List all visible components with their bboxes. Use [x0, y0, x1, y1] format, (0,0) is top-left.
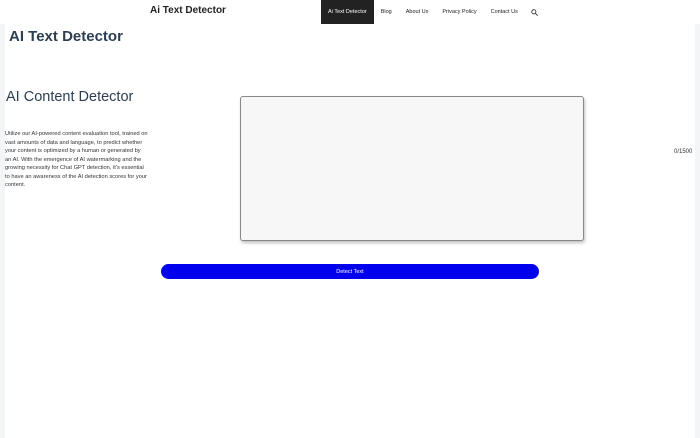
- nav-item-blog[interactable]: Blog: [374, 0, 399, 24]
- text-input[interactable]: [240, 96, 584, 241]
- tool-description: Utilize our AI-powered content evaluatio…: [5, 131, 148, 188]
- search-button[interactable]: [525, 0, 545, 24]
- nav-item-about-us[interactable]: About Us: [399, 0, 436, 24]
- main-nav: Ai Text Detector Blog About Us Privacy P…: [321, 0, 545, 24]
- page-title: AI Text Detector: [9, 28, 123, 45]
- section-title: AI Content Detector: [6, 89, 134, 105]
- character-counter: 0/1500: [674, 149, 693, 155]
- site-logo-link[interactable]: Ai Text Detector: [150, 5, 226, 16]
- nav-item-privacy-policy[interactable]: Privacy Policy: [435, 0, 483, 24]
- page: Ai Text Detector Ai Text Detector Blog A…: [0, 0, 700, 438]
- search-icon: [531, 8, 539, 16]
- nav-item-contact-us[interactable]: Contact Us: [484, 0, 525, 24]
- nav-item-ai-text-detector[interactable]: Ai Text Detector: [321, 0, 374, 24]
- detect-text-button[interactable]: Detect Text: [161, 264, 539, 279]
- site-header: Ai Text Detector Ai Text Detector Blog A…: [0, 0, 700, 24]
